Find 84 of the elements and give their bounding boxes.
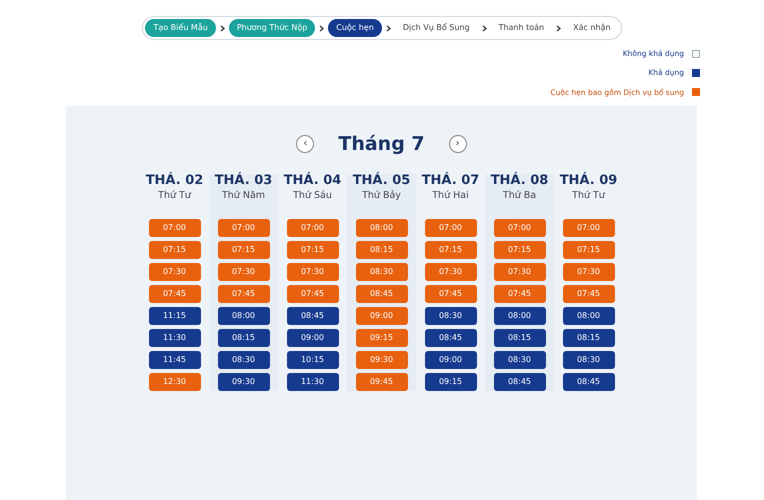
day-date: THÁ. 09 xyxy=(560,174,618,189)
weekday-label: Thứ Hai xyxy=(432,188,469,203)
time-slot[interactable]: 07:45 xyxy=(494,284,546,303)
chevron-icon xyxy=(386,24,391,32)
day-date: THÁ. 08 xyxy=(490,174,548,189)
time-slot[interactable]: 07:15 xyxy=(286,240,338,259)
time-slot[interactable]: 08:00 xyxy=(494,306,546,325)
time-slot[interactable]: 07:45 xyxy=(562,284,614,303)
time-slot[interactable]: 07:15 xyxy=(218,240,270,259)
step-tab[interactable]: Cuộc hẹn xyxy=(328,19,382,37)
time-slot[interactable]: 08:30 xyxy=(424,306,476,325)
day-date: THÁ. 07 xyxy=(422,174,480,189)
time-slot[interactable]: 08:15 xyxy=(562,328,614,347)
time-slot[interactable]: 07:45 xyxy=(424,284,476,303)
weekday-label: Thứ Năm xyxy=(222,188,266,203)
time-slot[interactable]: 09:00 xyxy=(286,328,338,347)
day-date: THÁ. 05 xyxy=(352,174,410,189)
time-slot[interactable]: 07:00 xyxy=(494,218,546,237)
time-slot[interactable]: 09:45 xyxy=(356,372,408,391)
time-slot[interactable]: 09:15 xyxy=(356,328,408,347)
time-slot[interactable]: 09:15 xyxy=(424,372,476,391)
time-slot[interactable]: 07:30 xyxy=(424,262,476,281)
chevron-icon xyxy=(482,24,487,32)
time-slot[interactable]: 08:45 xyxy=(424,328,476,347)
time-slot[interactable]: 07:45 xyxy=(286,284,338,303)
time-slot[interactable]: 08:00 xyxy=(562,306,614,325)
time-slot[interactable]: 11:45 xyxy=(148,350,200,369)
day-date: THÁ. 02 xyxy=(146,174,204,189)
time-slot[interactable]: 08:15 xyxy=(218,328,270,347)
time-slot[interactable]: 07:15 xyxy=(424,240,476,259)
time-slot[interactable]: 07:15 xyxy=(148,240,200,259)
time-slot[interactable]: 07:00 xyxy=(286,218,338,237)
chevron-icon xyxy=(319,24,324,32)
time-slot[interactable]: 07:30 xyxy=(494,262,546,281)
time-slot[interactable]: 07:30 xyxy=(218,262,270,281)
time-slot[interactable]: 08:00 xyxy=(218,306,270,325)
time-slot[interactable]: 08:15 xyxy=(494,328,546,347)
time-slot[interactable]: 09:00 xyxy=(424,350,476,369)
step-tab[interactable]: Dịch Vụ Bổ Sung xyxy=(394,19,478,37)
time-slot[interactable]: 11:30 xyxy=(286,372,338,391)
time-slot[interactable]: 12:30 xyxy=(148,372,200,391)
weekday-label: Thứ Tư xyxy=(158,188,191,203)
time-slot[interactable]: 07:15 xyxy=(562,240,614,259)
step-tab[interactable]: Thanh toán xyxy=(490,19,552,37)
month-title: Tháng 7 xyxy=(338,132,425,157)
chevron-icon xyxy=(556,24,562,32)
weekday-label: Thứ Ba xyxy=(502,188,536,203)
time-slot[interactable]: 08:15 xyxy=(356,240,408,259)
day-date: THÁ. 03 xyxy=(214,174,272,189)
time-slot[interactable]: 09:30 xyxy=(356,350,408,369)
time-slot[interactable]: 08:30 xyxy=(218,350,270,369)
prev-month-button[interactable]: ‹ xyxy=(296,135,314,153)
time-slot[interactable]: 08:30 xyxy=(562,350,614,369)
time-slot[interactable]: 09:00 xyxy=(356,306,408,325)
time-slot[interactable]: 07:45 xyxy=(148,284,200,303)
time-slot[interactable]: 07:45 xyxy=(218,284,270,303)
chevron-icon xyxy=(220,24,225,32)
time-slot[interactable]: 08:45 xyxy=(286,306,338,325)
step-tab[interactable]: Xác nhận xyxy=(565,19,619,37)
time-slot[interactable]: 07:15 xyxy=(494,240,546,259)
time-slot[interactable]: 07:30 xyxy=(148,262,200,281)
time-slot[interactable]: 11:30 xyxy=(148,328,200,347)
time-slot[interactable]: 09:30 xyxy=(218,372,270,391)
time-slot[interactable]: 07:30 xyxy=(562,262,614,281)
time-slot[interactable]: 10:15 xyxy=(286,350,338,369)
time-slot[interactable]: 07:00 xyxy=(424,218,476,237)
time-slot[interactable]: 07:30 xyxy=(286,262,338,281)
time-slot[interactable]: 08:00 xyxy=(356,218,408,237)
step-tab[interactable]: Phương Thức Nộp xyxy=(228,19,316,37)
time-slot[interactable]: 08:45 xyxy=(356,284,408,303)
step-tab[interactable]: Tạo Biểu Mẫu xyxy=(145,19,216,37)
time-slot[interactable]: 07:00 xyxy=(148,218,200,237)
time-slot[interactable]: 08:30 xyxy=(356,262,408,281)
weekday-label: Thứ Sáu xyxy=(293,188,332,203)
next-month-button[interactable]: › xyxy=(448,135,467,153)
time-slot[interactable]: 11:15 xyxy=(148,306,200,325)
time-slot[interactable]: 07:00 xyxy=(562,218,614,237)
day-date: THÁ. 04 xyxy=(284,174,342,189)
weekday-label: Thứ Bảy xyxy=(362,188,401,203)
time-slot[interactable]: 07:00 xyxy=(218,218,270,237)
time-slot[interactable]: 08:45 xyxy=(562,372,614,391)
time-slot[interactable]: 08:30 xyxy=(494,350,546,369)
weekday-label: Thứ Tư xyxy=(572,188,605,203)
time-slot[interactable]: 08:45 xyxy=(494,372,546,391)
